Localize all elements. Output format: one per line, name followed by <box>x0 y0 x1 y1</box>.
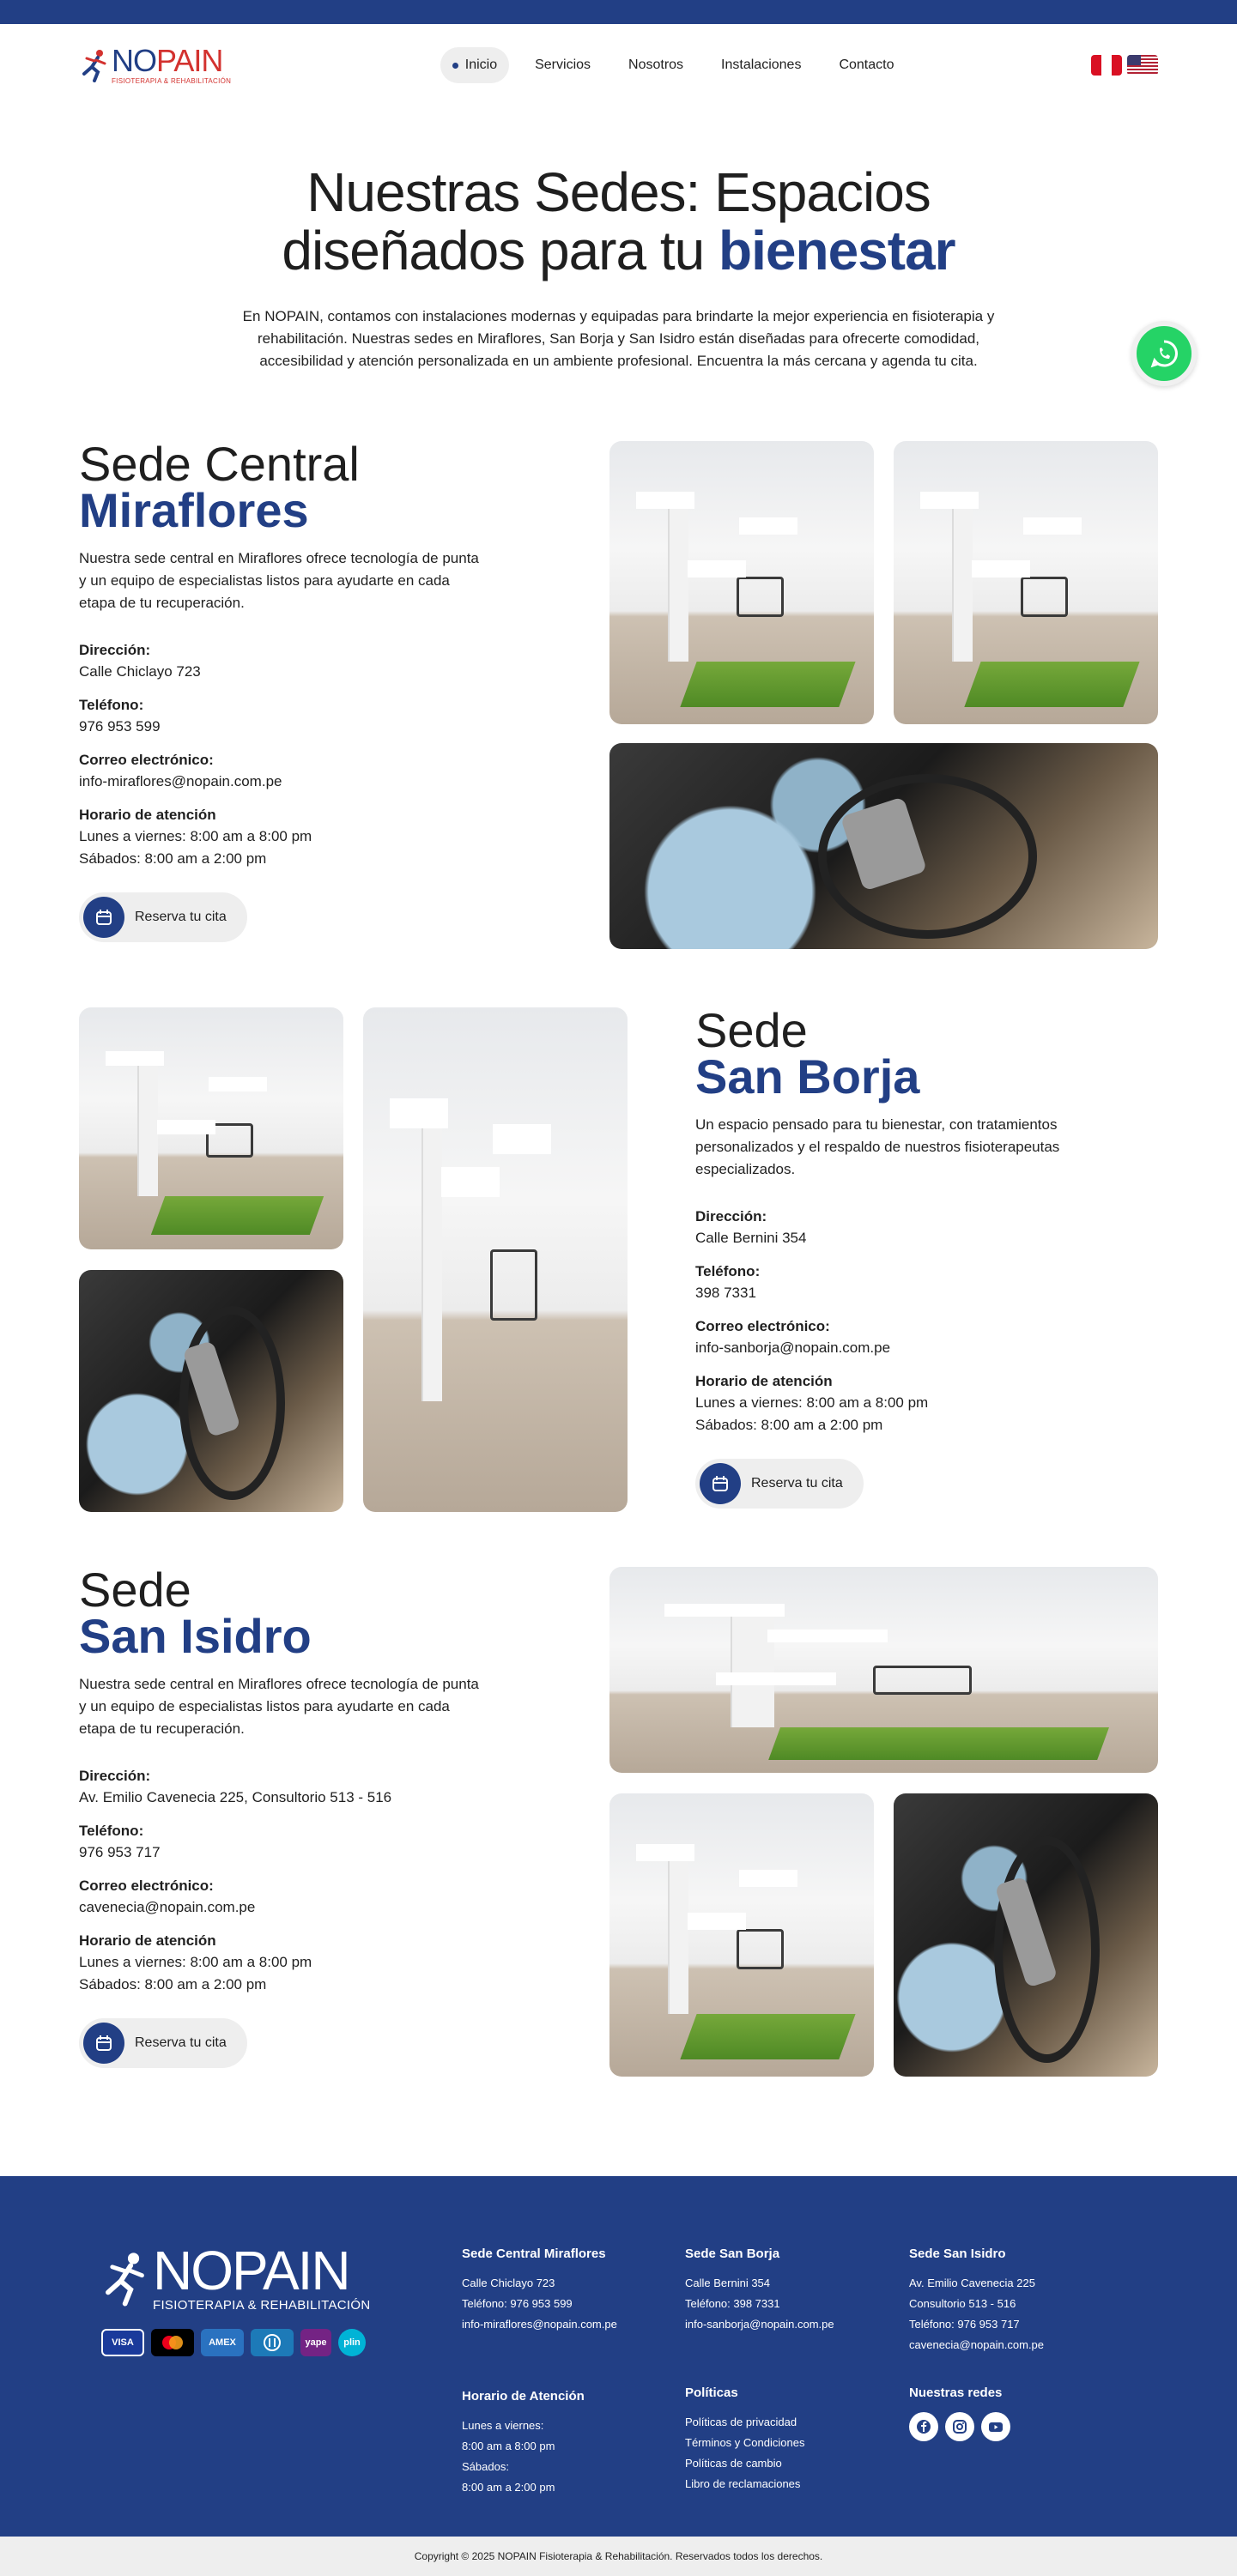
nav-instalaciones[interactable]: Instalaciones <box>709 47 813 83</box>
facility-photo <box>609 1793 874 2077</box>
email-link[interactable]: cavenecia@nopain.com.pe <box>909 2335 1115 2355</box>
nav-servicios[interactable]: Servicios <box>523 47 603 83</box>
exchange-policy-link[interactable]: Políticas de cambio <box>685 2453 891 2474</box>
flag-usa-icon[interactable] <box>1126 55 1158 76</box>
reserve-button[interactable]: Reserva tu cita <box>79 2018 247 2068</box>
sede-info: Sede San Borja Un espacio pensado para tu… <box>695 1007 1099 1509</box>
flag-peru-icon[interactable] <box>1090 55 1122 76</box>
whatsapp-icon <box>1150 340 1178 368</box>
hero-description: En NOPAIN, contamos con instalaciones mo… <box>242 308 995 369</box>
nav-nosotros[interactable]: Nosotros <box>616 47 695 83</box>
footer-wordmark: NOPAIN <box>153 2240 351 2301</box>
page-title: Nuestras Sedes: Espacios diseñados para … <box>282 161 955 281</box>
sede-correo: Correo electrónico: info-sanborja@nopain.… <box>695 1318 891 1356</box>
logo-wordmark: NOPAIN <box>112 43 223 78</box>
sede-description: Un espacio pensado para tu bienestar, co… <box>695 1116 1060 1177</box>
whatsapp-button[interactable] <box>1131 321 1197 386</box>
footer-col-redes: Nuestras redes <box>909 2386 1115 2441</box>
plin-icon: plin <box>338 2329 366 2356</box>
runner-logo-icon <box>106 2252 144 2307</box>
sede-direccion: Dirección: Calle Bernini 354 <box>695 1208 807 1246</box>
equipment-photo <box>609 743 1158 949</box>
payment-methods: VISA AMEX yape plin <box>101 2329 366 2356</box>
copyright-bar: Copyright © 2025 NOPAIN Fisioterapia & R… <box>0 2537 1237 2576</box>
logo-tagline: FISIOTERAPIA & REHABILITACIÓN <box>112 77 232 85</box>
reserve-button[interactable]: Reserva tu cita <box>695 1459 864 1509</box>
sede-direccion: Dirección: Calle Chiclayo 723 <box>79 642 201 680</box>
email-link[interactable]: info-miraflores@nopain.com.pe <box>462 2314 668 2335</box>
privacy-policy-link[interactable]: Políticas de privacidad <box>685 2412 891 2433</box>
sede-horario: Horario de atención Lunes a viernes: 8:00… <box>695 1373 929 1433</box>
main-nav: Inicio Servicios Nosotros Instalaciones … <box>440 47 907 83</box>
nav-contacto[interactable]: Contacto <box>827 47 906 83</box>
facility-photo <box>609 441 874 724</box>
sede-info: Sede Central Miraflores Nuestra sede cent… <box>79 437 482 942</box>
nav-inicio[interactable]: Inicio <box>440 47 510 83</box>
equipment-photo <box>894 1793 1158 2077</box>
yape-icon: yape <box>300 2329 331 2356</box>
sede-title: Sede San Isidro <box>79 1563 312 1663</box>
facility-photo <box>609 1567 1158 1773</box>
complaints-book-link[interactable]: Libro de reclamaciones <box>685 2474 891 2494</box>
top-accent-bar <box>0 0 1237 24</box>
sede-horario: Horario de atención Lunes a viernes: 8:00… <box>79 1932 312 1992</box>
hero-section: Nuestras Sedes: Espacios diseñados para … <box>0 106 1237 372</box>
sede-title: Sede Central Miraflores <box>79 437 360 537</box>
facility-photo <box>363 1007 628 1512</box>
sede-telefono: Teléfono: 398 7331 <box>695 1263 761 1301</box>
reserve-button[interactable]: Reserva tu cita <box>79 892 247 942</box>
footer-col-san-isidro: Sede San Isidro Av. Emilio Cavenecia 225… <box>909 2246 1115 2355</box>
terms-link[interactable]: Términos y Condiciones <box>685 2433 891 2453</box>
sede-san-borja: Sede San Borja Un espacio pensado para tu… <box>0 1007 1237 1567</box>
footer-col-miraflores: Sede Central Miraflores Calle Chiclayo 7… <box>462 2246 668 2335</box>
language-switcher <box>1090 55 1158 76</box>
calendar-icon <box>700 1463 741 1504</box>
instagram-icon[interactable] <box>945 2412 974 2441</box>
footer-col-horario: Horario de Atención Lunes a viernes: 8:0… <box>462 2389 585 2494</box>
runner-logo-icon <box>82 50 106 82</box>
sede-correo: Correo electrónico: info-miraflores@nopai… <box>79 752 282 789</box>
calendar-icon <box>83 2023 124 2064</box>
sede-telefono: Teléfono: 976 953 599 <box>79 697 161 735</box>
sede-correo: Correo electrónico: cavenecia@nopain.com.… <box>79 1878 256 1915</box>
amex-icon: AMEX <box>201 2329 244 2356</box>
sede-telefono: Teléfono: 976 953 717 <box>79 1823 161 1860</box>
sede-direccion: Dirección: Av. Emilio Cavenecia 225, Cons… <box>79 1768 392 1805</box>
calendar-icon <box>83 897 124 938</box>
sede-miraflores: Sede Central Miraflores Nuestra sede cent… <box>0 437 1237 1007</box>
visa-icon: VISA <box>101 2329 144 2356</box>
site-footer: NOPAIN FISIOTERAPIA & REHABILITACIÓN VIS… <box>0 2176 1237 2537</box>
footer-tagline: FISIOTERAPIA & REHABILITACIÓN <box>153 2298 371 2313</box>
facebook-icon[interactable] <box>909 2412 938 2441</box>
facility-photo <box>79 1007 343 1249</box>
diners-club-icon <box>251 2329 294 2356</box>
youtube-icon[interactable] <box>981 2412 1010 2441</box>
sede-san-isidro: Sede San Isidro Nuestra sede central en M… <box>0 1563 1237 2176</box>
facility-photo <box>894 441 1158 724</box>
footer-col-politicas: Políticas Políticas de privacidad Términ… <box>685 2386 891 2494</box>
equipment-photo <box>79 1270 343 1512</box>
mastercard-icon <box>151 2329 194 2356</box>
sede-description: Nuestra sede central en Miraflores ofrec… <box>79 1676 479 1737</box>
footer-logo[interactable]: NOPAIN FISIOTERAPIA & REHABILITACIÓN <box>100 2243 370 2313</box>
sede-info: Sede San Isidro Nuestra sede central en M… <box>79 1563 482 2068</box>
site-logo[interactable]: NOPAIN FISIOTERAPIA & REHABILITACIÓN <box>79 45 231 85</box>
sede-horario: Horario de atención Lunes a viernes: 8:00… <box>79 807 312 867</box>
active-dot-icon <box>452 62 458 69</box>
sede-description: Nuestra sede central en Miraflores ofrec… <box>79 550 479 611</box>
sede-title: Sede San Borja <box>695 1003 920 1104</box>
site-header: NOPAIN FISIOTERAPIA & REHABILITACIÓN Ini… <box>0 24 1237 106</box>
email-link[interactable]: info-sanborja@nopain.com.pe <box>685 2314 891 2335</box>
footer-col-san-borja: Sede San Borja Calle Bernini 354 Teléfon… <box>685 2246 891 2335</box>
